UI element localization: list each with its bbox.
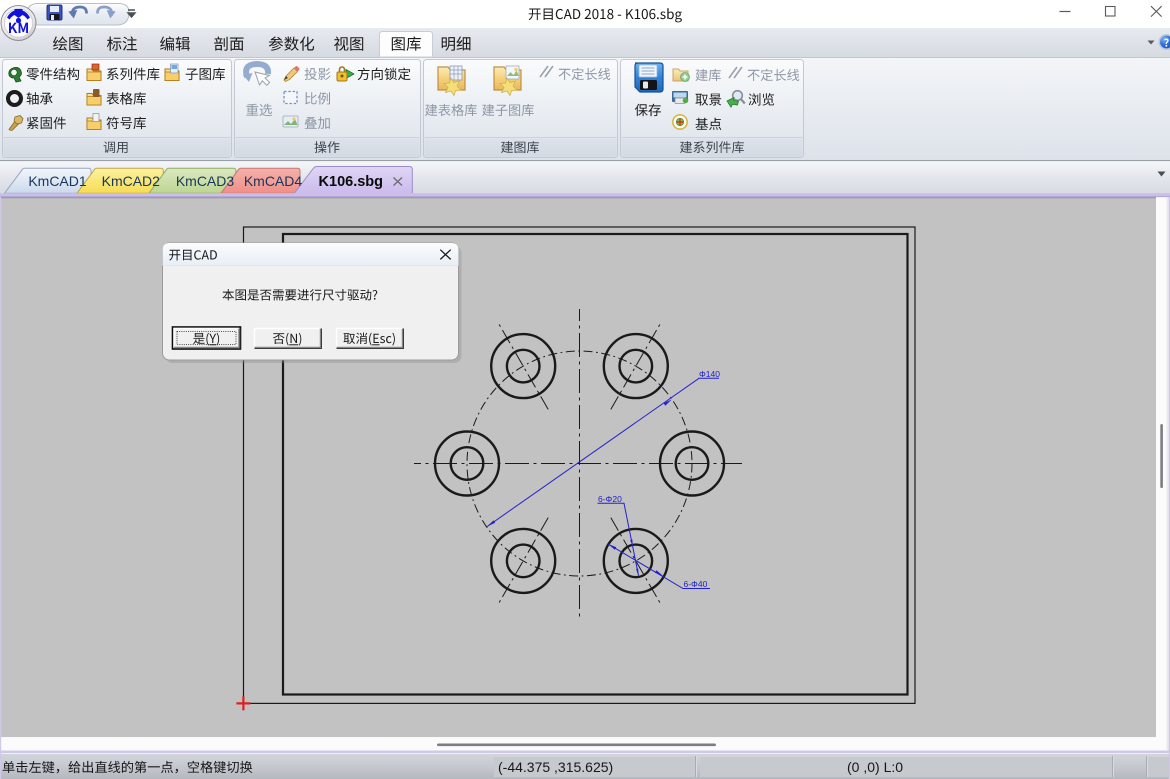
svg-text:KmCAD1: KmCAD1	[28, 173, 87, 189]
svg-text:(-44.375 ,315.625): (-44.375 ,315.625)	[498, 759, 613, 775]
svg-text:(0 ,0) L:0: (0 ,0) L:0	[847, 759, 903, 775]
svg-text:KmCAD4: KmCAD4	[244, 173, 303, 189]
svg-text:KmCAD2: KmCAD2	[102, 173, 161, 189]
svg-text:6-Φ20: 6-Φ20	[598, 494, 622, 504]
svg-text:6-Φ40: 6-Φ40	[684, 579, 708, 589]
svg-text:K106.sbg: K106.sbg	[319, 174, 383, 190]
svg-text:Φ140: Φ140	[699, 369, 720, 379]
svg-text:KmCAD3: KmCAD3	[176, 173, 235, 189]
